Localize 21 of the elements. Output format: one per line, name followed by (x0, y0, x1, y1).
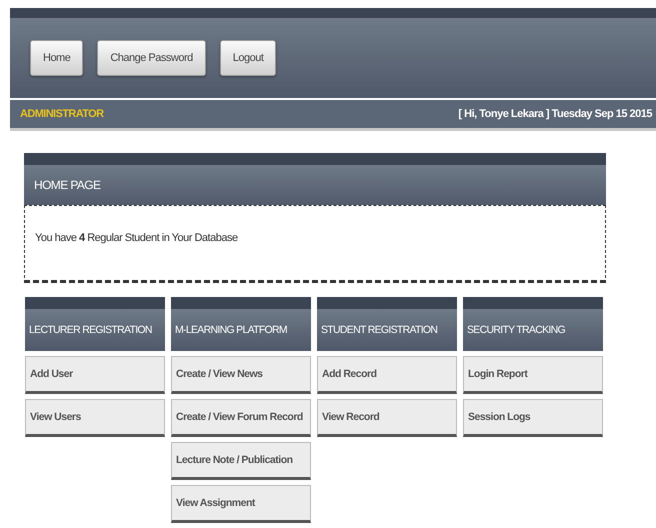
greeting-text: [ Hi, Tonye Lekara ] Tuesday Sep 15 2015 (458, 108, 652, 120)
menu-item[interactable]: View Assignment (171, 485, 311, 523)
nav-button[interactable]: Logout (220, 40, 276, 76)
menu-item[interactable]: Add User (25, 356, 165, 394)
menu-item[interactable]: Lecture Note / Publication (171, 442, 311, 480)
menu-title: SECURITY TRACKING (467, 324, 565, 336)
message-text: You have 4 Regular Student in Your Database (35, 232, 238, 244)
menu-title: LECTURER REGISTRATION (29, 324, 152, 336)
menu-item[interactable]: View Users (25, 399, 165, 437)
panel-title: HOME PAGE (34, 178, 100, 192)
menu-title: STUDENT REGISTRATION (321, 324, 438, 336)
menu-item[interactable]: Create / View Forum Record (171, 399, 311, 437)
menu-item[interactable]: View Record (317, 399, 457, 437)
nav-button[interactable]: Change Password (97, 40, 206, 76)
menu-item[interactable]: Create / View News (171, 356, 311, 394)
role-label: ADMINISTRATOR (20, 108, 104, 120)
menu-item[interactable]: Login Report (463, 356, 603, 394)
menu-title: M-LEARNING PLATFORM (175, 324, 287, 336)
nav-button[interactable]: Home (30, 40, 84, 76)
menu-item[interactable]: Add Record (317, 356, 457, 394)
menu-item[interactable]: Session Logs (463, 399, 603, 437)
